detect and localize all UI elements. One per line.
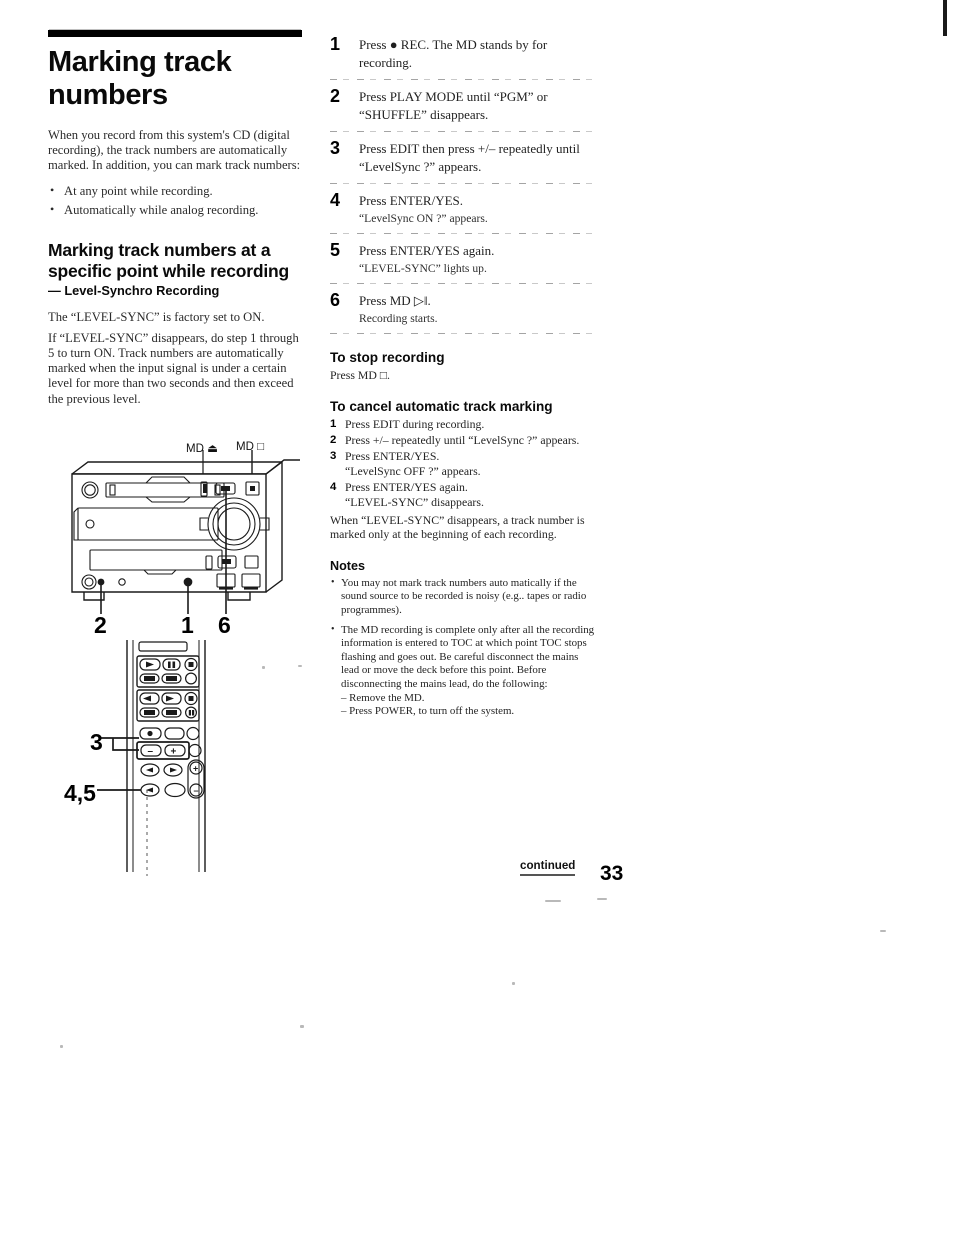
title-rule: [48, 30, 302, 37]
mini-step-text: Press EDIT during recording.: [345, 416, 485, 431]
step-separator: [330, 233, 598, 234]
step-number: 3: [330, 138, 341, 158]
scan-speck: [512, 982, 515, 985]
mini-step-text: Press ENTER/YES again.: [345, 479, 468, 494]
step-text: Press MD ▷‖.: [359, 293, 431, 308]
list-item: 1 Press EDIT during recording.: [330, 417, 598, 432]
step-3: 3 Press EDIT then press +/– repeatedly u…: [330, 138, 598, 176]
right-column: 1 Press ● REC. The MD stands by for reco…: [330, 34, 598, 725]
intro-paragraph: When you record from this system's CD (d…: [48, 128, 301, 173]
intro-bullet-list: At any point while recording. Automatica…: [48, 182, 304, 218]
step-separator: [330, 131, 598, 132]
scan-speck: [262, 666, 265, 669]
svg-text:+: +: [171, 747, 177, 758]
remote-callout-3: 3: [90, 729, 103, 755]
cancel-marking-steps: 1 Press EDIT during recording. 2 Press +…: [330, 417, 598, 510]
mini-step-number: 3: [330, 449, 337, 462]
deck-label-eject: MD ⏏: [186, 443, 218, 455]
step-separator: [330, 79, 598, 80]
scan-speck: [60, 1045, 63, 1048]
remote-illustration: – + + –: [97, 640, 206, 876]
deck-illustration: [71, 450, 300, 614]
step-2: 2 Press PLAY MODE until “PGM” or “SHUFFL…: [330, 86, 598, 124]
list-item: Automatically while analog recording.: [48, 201, 304, 218]
step-text: Press ● REC. The MD stands by for record…: [359, 37, 548, 70]
list-item: The MD recording is complete only after …: [330, 623, 598, 719]
step-5: 5 Press ENTER/YES again. “LEVEL-SYNC” li…: [330, 240, 598, 276]
mini-step-number: 1: [330, 417, 337, 430]
step-separator: [330, 183, 598, 184]
deck-diagram: MD ⏏ MD □ 2 1 6: [60, 432, 310, 638]
left-column: Marking track numbers When you record fr…: [48, 30, 304, 416]
continued-label: continued: [520, 859, 576, 876]
step-separator: [330, 333, 598, 334]
deck-callout-2: 2: [94, 612, 107, 638]
scan-speck: [300, 1025, 304, 1028]
step-6: 6 Press MD ▷‖. Recording starts.: [330, 290, 598, 326]
step-number: 6: [330, 290, 341, 310]
step-subtext: “LevelSync ON ?” appears.: [359, 212, 488, 225]
svg-text:+: +: [193, 764, 198, 774]
mini-step-subtext: “LEVEL-SYNC” disappears.: [345, 494, 484, 509]
list-item: 3 Press ENTER/YES. “LevelSync OFF ?” app…: [330, 449, 598, 479]
scan-speck: [545, 900, 561, 902]
list-item: At any point while recording.: [48, 182, 304, 199]
list-item: 4 Press ENTER/YES again. “LEVEL-SYNC” di…: [330, 480, 598, 510]
scan-edge-artifact: [943, 0, 947, 36]
list-item: You may not mark track numbers auto mati…: [330, 576, 598, 618]
step-number: 2: [330, 86, 341, 106]
step-number: 1: [330, 34, 341, 54]
scan-speck: [298, 665, 302, 667]
manual-page: Marking track numbers When you record fr…: [0, 0, 954, 1233]
notes-list: You may not mark track numbers auto mati…: [330, 576, 598, 719]
remote-diagram: 3 4,5 – + + –: [55, 640, 285, 880]
step-text: Press ENTER/YES.: [359, 193, 463, 208]
mini-step-text: Press +/– repeatedly until “LevelSync ?”…: [345, 432, 580, 447]
step-subtext: “LEVEL-SYNC” lights up.: [359, 262, 487, 275]
page-number: 33: [600, 862, 624, 885]
step-number: 4: [330, 190, 341, 210]
mini-step-subtext: “LevelSync OFF ?” appears.: [345, 463, 481, 478]
mini-step-number: 2: [330, 433, 337, 446]
step-separator: [330, 283, 598, 284]
scan-speck: [880, 930, 886, 932]
step-text: Press PLAY MODE until “PGM” or “SHUFFLE”…: [359, 89, 548, 122]
section-heading: Marking track numbers at a specific poin…: [48, 239, 289, 281]
deck-callout-1: 1: [181, 612, 194, 638]
step-text: Press ENTER/YES again.: [359, 243, 495, 258]
note-subitem: – Remove the MD.: [341, 691, 425, 704]
svg-text:–: –: [148, 746, 154, 757]
mini-step-text: Press ENTER/YES.: [345, 448, 440, 463]
step-text: Press EDIT then press +/– repeatedly unt…: [359, 141, 580, 174]
page-footer: continued 33: [520, 856, 630, 885]
cancel-marking-closing: When “LEVEL-SYNC” disappears, a track nu…: [330, 512, 585, 542]
note-text: The MD recording is complete only after …: [341, 623, 595, 690]
step-4: 4 Press ENTER/YES. “LevelSync ON ?” appe…: [330, 190, 598, 226]
cancel-marking-heading: To cancel automatic track marking: [330, 398, 553, 414]
step-number: 5: [330, 240, 341, 260]
step-1: 1 Press ● REC. The MD stands by for reco…: [330, 34, 598, 72]
list-item: 2 Press +/– repeatedly until “LevelSync …: [330, 433, 598, 448]
deck-callout-6: 6: [218, 612, 231, 638]
page-title: Marking track numbers: [48, 46, 232, 111]
section-subheading: — Level-Synchro Recording: [48, 282, 220, 298]
step-subtext: Recording starts.: [359, 312, 438, 325]
section-paragraph-2: If “LEVEL-SYNC” disappears, do step 1 th…: [48, 330, 299, 406]
scan-speck: [597, 898, 607, 900]
stop-recording-text: Press MD □.: [330, 368, 390, 382]
svg-text:–: –: [194, 786, 199, 796]
deck-label-stop: MD □: [236, 441, 265, 453]
note-subitem: – Press POWER, to turn off the system.: [341, 705, 515, 718]
section-paragraph-1: The “LEVEL-SYNC” is factory set to ON.: [48, 309, 265, 324]
remote-callout-4-5: 4,5: [64, 780, 96, 806]
stop-recording-heading: To stop recording: [330, 350, 445, 365]
notes-heading: Notes: [330, 558, 365, 573]
mini-step-number: 4: [330, 480, 337, 493]
